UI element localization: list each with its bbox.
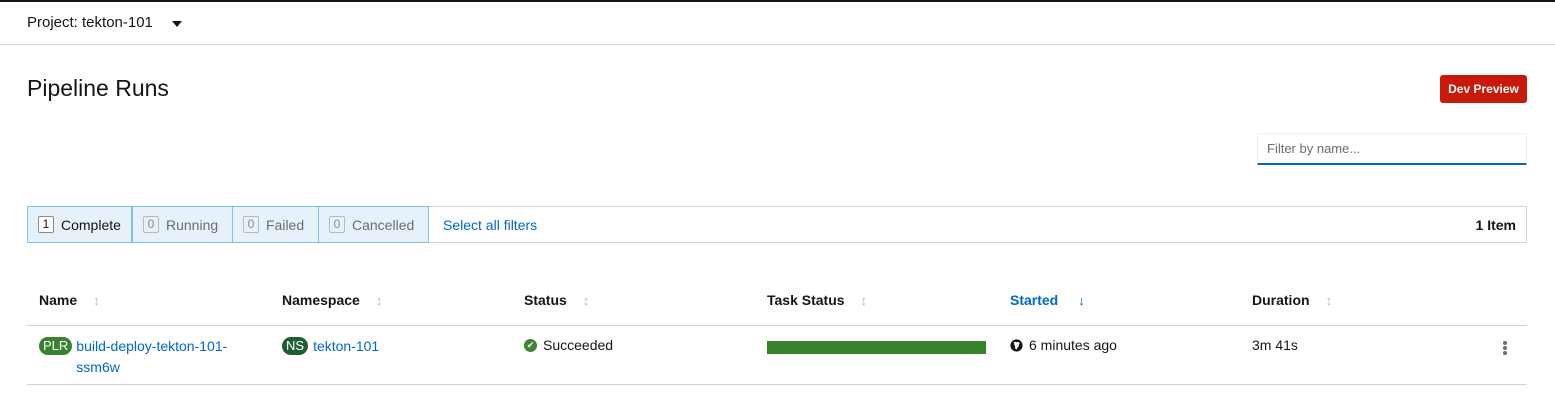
column-header-duration[interactable]: Duration ↕ bbox=[1252, 292, 1332, 308]
column-label: Task Status bbox=[767, 292, 845, 308]
column-header-namespace[interactable]: Namespace ↕ bbox=[282, 292, 382, 308]
filter-cancelled-button[interactable]: 0 Cancelled bbox=[318, 206, 429, 243]
filter-count: 1 bbox=[38, 216, 54, 233]
filter-by-name-input[interactable] bbox=[1257, 133, 1527, 165]
sort-icon: ↕ bbox=[375, 292, 383, 308]
pipeline-run-link[interactable]: build-deploy-tekton-101-ssm6w bbox=[76, 336, 246, 378]
table-header: Name ↕ Namespace ↕ Status ↕ Task Status … bbox=[27, 282, 1527, 326]
column-header-task-status[interactable]: Task Status ↕ bbox=[767, 292, 867, 308]
filter-label: Running bbox=[166, 216, 219, 233]
globe-icon bbox=[1010, 338, 1023, 352]
task-status-bar[interactable] bbox=[767, 341, 986, 354]
project-bar: Project: tekton-101 bbox=[0, 2, 1555, 45]
project-dropdown-label: Project: tekton-101 bbox=[27, 14, 153, 31]
filter-count: 0 bbox=[143, 216, 159, 233]
sort-icon: ↕ bbox=[1325, 292, 1333, 308]
column-label: Namespace bbox=[282, 292, 360, 308]
namespace-cell: NS tekton-101 bbox=[282, 337, 379, 355]
select-all-filters-link[interactable]: Select all filters bbox=[443, 217, 537, 233]
pipeline-runs-table: Name ↕ Namespace ↕ Status ↕ Task Status … bbox=[27, 282, 1527, 385]
column-label: Duration bbox=[1252, 292, 1310, 308]
sort-icon: ↕ bbox=[582, 292, 590, 308]
column-label: Status bbox=[524, 292, 567, 308]
plr-badge: PLR bbox=[39, 337, 73, 355]
filter-count: 0 bbox=[329, 216, 345, 233]
item-count: 1 Item bbox=[1475, 217, 1516, 233]
started-text: 6 minutes ago bbox=[1029, 337, 1117, 353]
filter-failed-button[interactable]: 0 Failed bbox=[232, 206, 319, 243]
column-label: Started bbox=[1010, 292, 1059, 308]
dev-preview-button[interactable]: Dev Preview bbox=[1440, 75, 1527, 103]
filter-label: Failed bbox=[266, 216, 305, 233]
page-title: Pipeline Runs bbox=[27, 75, 169, 101]
sort-icon: ↕ bbox=[93, 292, 100, 308]
name-cell: PLR build-deploy-tekton-101-ssm6w bbox=[39, 337, 246, 378]
check-circle-icon: ✔ bbox=[524, 338, 537, 352]
filter-label: Cancelled bbox=[352, 216, 415, 233]
filter-label: Complete bbox=[61, 216, 121, 233]
row-filter-bar: 1 Complete 0 Running 0 Failed 0 Cancelle… bbox=[27, 206, 1527, 243]
kebab-icon[interactable] bbox=[1501, 338, 1509, 358]
column-header-status[interactable]: Status ↕ bbox=[524, 292, 589, 308]
task-status-fill bbox=[767, 341, 986, 354]
status-cell: ✔ Succeeded bbox=[524, 337, 613, 353]
caret-down-icon bbox=[171, 20, 182, 27]
column-header-started[interactable]: Started ↓ bbox=[1010, 292, 1085, 308]
status-text: Succeeded bbox=[543, 337, 614, 353]
sort-down-icon: ↓ bbox=[1078, 292, 1085, 308]
started-cell: 6 minutes ago bbox=[1010, 337, 1117, 353]
sort-icon: ↕ bbox=[860, 292, 868, 308]
column-header-name[interactable]: Name ↕ bbox=[39, 292, 100, 308]
namespace-link[interactable]: tekton-101 bbox=[313, 338, 379, 354]
filter-running-button[interactable]: 0 Running bbox=[132, 206, 233, 243]
project-dropdown[interactable]: Project: tekton-101 bbox=[27, 14, 182, 31]
ns-badge: NS bbox=[282, 337, 309, 355]
table-row: PLR build-deploy-tekton-101-ssm6w NS tek… bbox=[27, 326, 1527, 385]
filter-complete-button[interactable]: 1 Complete bbox=[27, 206, 132, 243]
column-label: Name bbox=[39, 292, 78, 308]
duration-cell: 3m 41s bbox=[1252, 337, 1298, 353]
filter-count: 0 bbox=[243, 216, 259, 233]
